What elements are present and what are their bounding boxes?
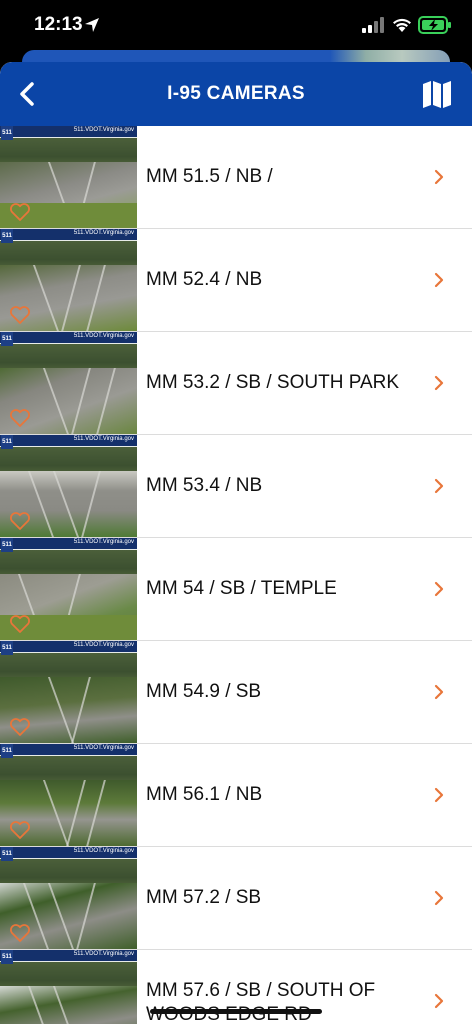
thumbnail-511-logo: 511 <box>1 332 13 346</box>
camera-label: MM 56.1 / NB <box>146 784 263 805</box>
camera-row[interactable]: 511.VDOT.Virginia.gov 511 MM 54 / SB / TEM… <box>0 538 472 641</box>
thumbnail-banner: 511.VDOT.Virginia.gov <box>0 332 137 343</box>
favorite-heart-icon[interactable] <box>9 717 31 737</box>
camera-label: MM 57.2 / SB <box>146 887 262 908</box>
thumbnail-watermark: 511.VDOT.Virginia.gov <box>73 127 134 133</box>
chevron-right-icon[interactable] <box>432 889 446 907</box>
favorite-heart-icon[interactable] <box>9 305 31 325</box>
thumbnail-banner: 511.VDOT.Virginia.gov <box>0 641 137 652</box>
location-arrow-icon <box>85 18 99 32</box>
thumbnail-watermark: 511.VDOT.Virginia.gov <box>73 436 134 442</box>
thumbnail-511-logo: 511 <box>1 435 13 449</box>
favorite-heart-icon[interactable] <box>9 202 31 222</box>
thumbnail-watermark: 511.VDOT.Virginia.gov <box>73 539 134 545</box>
camera-thumbnail[interactable]: 511.VDOT.Virginia.gov 511 <box>0 126 137 228</box>
camera-label: MM 54.9 / SB <box>146 681 262 702</box>
camera-label: MM 57.6 / SB / SOUTH OF WOODS EDGE RD <box>146 980 376 1024</box>
camera-list: 511.VDOT.Virginia.gov 511 MM 51.5 / NB /51… <box>0 126 472 1024</box>
camera-row[interactable]: 511.VDOT.Virginia.gov 511 MM 52.4 / NB <box>0 229 472 332</box>
thumbnail-banner: 511.VDOT.Virginia.gov <box>0 744 137 755</box>
chevron-right-icon[interactable] <box>432 477 446 495</box>
chevron-right-icon[interactable] <box>432 374 446 392</box>
camera-thumbnail[interactable]: 511.VDOT.Virginia.gov 511 <box>0 538 137 640</box>
camera-label: MM 54 / SB / TEMPLE <box>146 578 337 599</box>
thumbnail-511-logo: 511 <box>1 229 13 243</box>
chevron-right-icon[interactable] <box>432 683 446 701</box>
cellular-signal-icon <box>362 17 384 33</box>
page-title: I-95 CAMERAS <box>167 83 305 104</box>
camera-label: MM 52.4 / NB <box>146 269 263 290</box>
camera-row[interactable]: 511.VDOT.Virginia.gov 511 MM 56.1 / NB <box>0 744 472 847</box>
chevron-right-icon[interactable] <box>432 271 446 289</box>
camera-thumbnail[interactable]: 511.VDOT.Virginia.gov 511 <box>0 950 137 1024</box>
chevron-right-icon[interactable] <box>432 992 446 1010</box>
wifi-icon <box>393 18 411 32</box>
cameras-sheet: I-95 CAMERAS 511.VDOT.Virginia.gov 511 MM … <box>0 62 472 1024</box>
thumbnail-511-logo: 511 <box>1 950 13 964</box>
thumbnail-511-logo: 511 <box>1 744 13 758</box>
status-time: 12:13 <box>34 14 83 35</box>
thumbnail-watermark: 511.VDOT.Virginia.gov <box>73 642 134 648</box>
camera-thumbnail[interactable]: 511.VDOT.Virginia.gov 511 <box>0 229 137 331</box>
favorite-heart-icon[interactable] <box>9 820 31 840</box>
camera-row[interactable]: 511.VDOT.Virginia.gov 511 MM 57.2 / SB <box>0 847 472 950</box>
thumbnail-banner: 511.VDOT.Virginia.gov <box>0 847 137 858</box>
thumbnail-banner: 511.VDOT.Virginia.gov <box>0 126 137 137</box>
thumbnail-banner: 511.VDOT.Virginia.gov <box>0 538 137 549</box>
thumbnail-watermark: 511.VDOT.Virginia.gov <box>73 230 134 236</box>
camera-label: MM 51.5 / NB / <box>146 166 273 187</box>
home-indicator <box>150 1009 322 1014</box>
camera-thumbnail[interactable]: 511.VDOT.Virginia.gov 511 <box>0 332 137 434</box>
thumbnail-511-logo: 511 <box>1 641 13 655</box>
camera-label: MM 53.4 / NB <box>146 475 263 496</box>
status-bar: 12:13 <box>0 0 472 50</box>
thumbnail-watermark: 511.VDOT.Virginia.gov <box>73 848 134 854</box>
camera-row[interactable]: 511.VDOT.Virginia.gov 511 MM 53.2 / SB / S… <box>0 332 472 435</box>
favorite-heart-icon[interactable] <box>9 408 31 428</box>
thumbnail-banner: 511.VDOT.Virginia.gov <box>0 435 137 446</box>
battery-charging-icon <box>418 16 451 34</box>
map-icon[interactable] <box>420 78 454 110</box>
thumbnail-511-logo: 511 <box>1 538 13 552</box>
camera-thumbnail[interactable]: 511.VDOT.Virginia.gov 511 <box>0 435 137 537</box>
chevron-right-icon[interactable] <box>432 168 446 186</box>
camera-row[interactable]: 511.VDOT.Virginia.gov 511 MM 54.9 / SB <box>0 641 472 744</box>
thumbnail-watermark: 511.VDOT.Virginia.gov <box>73 333 134 339</box>
favorite-heart-icon[interactable] <box>9 923 31 943</box>
chevron-right-icon[interactable] <box>432 786 446 804</box>
camera-thumbnail[interactable]: 511.VDOT.Virginia.gov 511 <box>0 641 137 743</box>
header-bar: I-95 CAMERAS <box>0 62 472 126</box>
thumbnail-banner: 511.VDOT.Virginia.gov <box>0 229 137 240</box>
thumbnail-watermark: 511.VDOT.Virginia.gov <box>73 951 134 957</box>
thumbnail-watermark: 511.VDOT.Virginia.gov <box>73 745 134 751</box>
thumbnail-511-logo: 511 <box>1 126 13 140</box>
thumbnail-banner: 511.VDOT.Virginia.gov <box>0 950 137 961</box>
camera-thumbnail[interactable]: 511.VDOT.Virginia.gov 511 <box>0 847 137 949</box>
thumbnail-road <box>0 985 137 1024</box>
favorite-heart-icon[interactable] <box>9 511 31 531</box>
thumbnail-511-logo: 511 <box>1 847 13 861</box>
favorite-heart-icon[interactable] <box>9 614 31 634</box>
camera-row[interactable]: 511.VDOT.Virginia.gov 511 MM 53.4 / NB <box>0 435 472 538</box>
camera-label: MM 53.2 / SB / SOUTH PARK <box>146 372 400 393</box>
camera-row[interactable]: 511.VDOT.Virginia.gov 511 MM 51.5 / NB / <box>0 126 472 229</box>
chevron-right-icon[interactable] <box>432 580 446 598</box>
camera-thumbnail[interactable]: 511.VDOT.Virginia.gov 511 <box>0 744 137 846</box>
